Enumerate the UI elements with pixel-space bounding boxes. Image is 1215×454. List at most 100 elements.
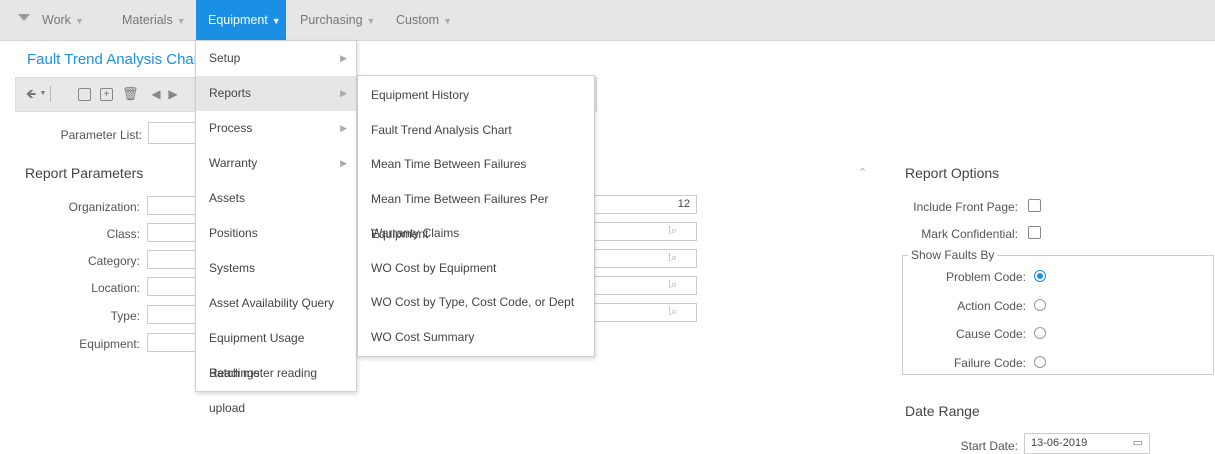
cause-code-label: Cause Code: — [955, 327, 1026, 341]
chevron-down-icon: ▼ — [271, 16, 281, 26]
chevron-down-icon: ▼ — [443, 16, 452, 26]
nav-equipment-label: Equipment — [208, 13, 268, 27]
location-description-field — [585, 276, 697, 295]
include-front-page-checkbox[interactable] — [1028, 199, 1041, 212]
class-label: Class: — [106, 227, 140, 241]
lookup-icon[interactable]: ⁞⌕ — [668, 225, 677, 238]
mark-confidential-label: Mark Confidential: — [921, 227, 1018, 241]
action-code-radio[interactable] — [1034, 299, 1046, 311]
nav-purchasing[interactable]: Purchasing ▼ — [300, 0, 375, 40]
submenu-item-wo-cost-by-type[interactable]: WO Cost by Type, Cost Code, or Dept — [358, 285, 594, 320]
show-faults-by-legend: Show Faults By — [908, 248, 998, 262]
menu-item-label: Assets — [209, 191, 246, 205]
parameter-list-label: Parameter List: — [60, 128, 142, 142]
report-options-title: Report Options — [905, 165, 1000, 181]
report-parameters-title: Report Parameters — [25, 165, 144, 181]
chevron-right-icon: ▶ — [340, 88, 347, 98]
equipment-menu: Setup ▶ Reports ▶ Process ▶ Warranty ▶ A… — [195, 40, 357, 415]
submenu-item-label: Fault Trend Analysis Chart — [371, 123, 512, 137]
action-code-label: Action Code: — [957, 299, 1026, 313]
nav-work-label: Work — [42, 13, 71, 27]
submenu-item-label: Mean Time Between Failures — [371, 157, 527, 171]
submenu-item-label: Equipment History — [371, 88, 470, 102]
chevron-down-icon: ▼ — [176, 16, 186, 26]
nav-purchasing-label: Purchasing — [300, 13, 363, 27]
calendar-icon[interactable]: ▭ — [1133, 436, 1143, 449]
new-record-icon[interactable]: + — [100, 88, 113, 101]
submenu-item-mtbf-per-equipment[interactable]: Mean Time Between Failures Per Equipment — [358, 182, 594, 241]
submenu-item-equipment-history[interactable]: Equipment History — [358, 78, 594, 113]
toolbar-divider — [50, 86, 51, 102]
nav-custom[interactable]: Custom ▼ — [396, 0, 452, 40]
menu-item-batch-meter-reading-upload[interactable]: Batch meter reading upload — [196, 356, 356, 415]
category-label: Category: — [87, 254, 140, 268]
chevron-down-icon: ▼ — [366, 16, 376, 26]
nav-materials-label: Materials — [122, 13, 173, 27]
menu-item-label: Asset Availability Query — [209, 296, 335, 310]
problem-code-label: Problem Code: — [945, 270, 1026, 284]
start-date-field[interactable]: 13-06-2019 ▭ — [1024, 433, 1150, 454]
top-navigation-bar: Work ▼ Materials ▼ Equipment ▼ Purchasing ▼ … — [0, 0, 1215, 41]
menu-item-label: Positions — [209, 226, 258, 240]
page-title: Fault Trend Analysis Chart — [27, 51, 203, 68]
collapse-menu-icon[interactable] — [18, 14, 30, 21]
chevron-right-icon: ▶ — [340, 123, 347, 133]
start-date-label: Start Date: — [960, 439, 1018, 453]
include-front-page-label: Include Front Page: — [913, 200, 1018, 214]
menu-item-warranty[interactable]: Warranty ▶ — [196, 146, 356, 181]
lookup-icon[interactable]: ⁞⌕ — [668, 252, 677, 265]
menu-item-label: Process — [209, 121, 253, 135]
menu-item-setup[interactable]: Setup ▶ — [196, 41, 356, 76]
category-description-field — [585, 249, 697, 268]
previous-record-icon[interactable]: ◀ — [149, 87, 163, 101]
submenu-item-label: WO Cost by Type, Cost Code, or Dept — [371, 295, 575, 309]
menu-item-reports[interactable]: Reports ▶ — [196, 76, 356, 111]
next-record-icon[interactable]: ▶ — [166, 87, 180, 101]
start-date-value: 13-06-2019 — [1031, 437, 1088, 449]
equipment-label: Equipment: — [79, 337, 140, 351]
lookup-icon[interactable]: ⁞⌕ — [668, 279, 677, 292]
save-icon[interactable] — [78, 88, 91, 101]
submenu-item-wo-cost-summary[interactable]: WO Cost Summary — [358, 320, 594, 355]
date-range-title: Date Range — [905, 403, 980, 419]
submenu-item-label: Warranty Claims — [371, 226, 460, 240]
menu-item-positions[interactable]: Positions — [196, 216, 356, 251]
organization-label: Organization: — [68, 200, 140, 214]
chevron-down-icon: ▼ — [74, 16, 84, 26]
menu-item-label: Reports — [209, 86, 252, 100]
menu-item-equipment-usage-readings[interactable]: Equipment Usage Readings — [196, 321, 356, 380]
nav-work[interactable]: Work ▼ — [42, 0, 84, 40]
lookup-icon[interactable]: ⁞⌕ — [668, 306, 677, 319]
periods-value: 12 — [677, 198, 690, 210]
nav-custom-label: Custom — [396, 13, 440, 27]
menu-item-systems[interactable]: Systems — [196, 251, 356, 286]
menu-item-label: Setup — [209, 51, 241, 65]
chevron-right-icon: ▶ — [340, 53, 347, 63]
mark-confidential-checkbox[interactable] — [1028, 226, 1041, 239]
submenu-item-wo-cost-by-equipment[interactable]: WO Cost by Equipment — [358, 251, 594, 286]
chevron-down-icon[interactable]: ▼ — [36, 87, 50, 101]
problem-code-radio[interactable] — [1034, 270, 1046, 282]
collapse-section-icon[interactable]: ⌃ — [858, 166, 867, 179]
menu-item-label: Batch meter reading upload — [209, 366, 318, 415]
delete-icon[interactable]: 🗑 — [122, 87, 139, 101]
nav-materials[interactable]: Materials ▼ — [122, 0, 186, 40]
submenu-item-fault-trend-analysis-chart[interactable]: Fault Trend Analysis Chart — [358, 113, 594, 148]
submenu-item-warranty-claims[interactable]: Warranty Claims — [358, 216, 594, 251]
nav-equipment[interactable]: Equipment ▼ — [196, 0, 286, 40]
periods-field[interactable]: 12 — [585, 195, 697, 214]
menu-item-process[interactable]: Process ▶ — [196, 111, 356, 146]
submenu-item-mtbf[interactable]: Mean Time Between Failures — [358, 147, 594, 182]
menu-item-assets[interactable]: Assets — [196, 181, 356, 216]
menu-item-label: Warranty — [209, 156, 258, 170]
failure-code-label: Failure Code: — [953, 356, 1026, 370]
type-description-field — [585, 303, 697, 322]
reports-submenu: Equipment History Fault Trend Analysis C… — [357, 75, 595, 357]
failure-code-radio[interactable] — [1034, 356, 1046, 368]
submenu-item-label: WO Cost Summary — [371, 330, 475, 344]
chevron-right-icon: ▶ — [340, 158, 347, 168]
submenu-item-label: WO Cost by Equipment — [371, 261, 497, 275]
menu-item-asset-availability-query[interactable]: Asset Availability Query — [196, 286, 356, 321]
type-label: Type: — [110, 309, 140, 323]
cause-code-radio[interactable] — [1034, 327, 1046, 339]
